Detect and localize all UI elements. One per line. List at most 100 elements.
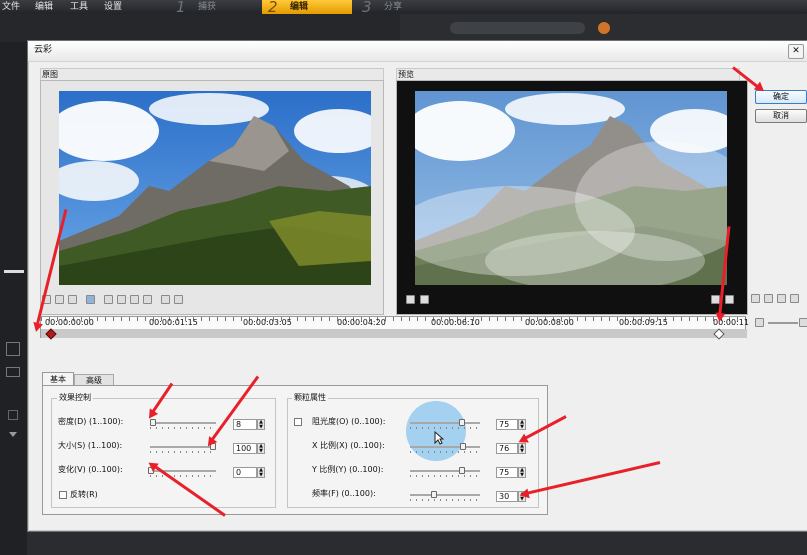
step-number: 3 <box>362 0 372 16</box>
density-spinner[interactable]: ▲ ▼ <box>257 419 265 430</box>
play-icon[interactable] <box>751 294 760 303</box>
variation-field[interactable]: 0 <box>233 467 257 478</box>
opacity-slider[interactable] <box>410 422 480 424</box>
frequency-thumb[interactable] <box>431 491 437 498</box>
step-label: 编辑 <box>290 2 309 12</box>
dialog-titlebar: 云彩 ✕ <box>28 41 807 62</box>
track-icon[interactable] <box>8 410 18 420</box>
ruler-label: 00:00:08:00 <box>525 318 574 327</box>
library-orb-icon[interactable] <box>598 22 610 34</box>
ruler-label: 00:00:06:10 <box>431 318 480 327</box>
preview-playback: 00:00:00:00 <box>406 295 526 307</box>
size-slider[interactable] <box>150 446 216 448</box>
menu-file[interactable]: 文件 <box>2 0 20 14</box>
ruler-label: 00:00:00:00 <box>45 318 94 327</box>
timeline-strip <box>27 530 807 555</box>
library-search-pill[interactable] <box>450 22 585 34</box>
step-label: 捕获 <box>198 2 217 12</box>
close-icon[interactable]: ✕ <box>788 44 804 59</box>
move-right-icon[interactable] <box>174 295 183 304</box>
x-scale-label: X 比例(X) (0..100): <box>312 441 385 450</box>
frequency-slider[interactable] <box>410 494 480 496</box>
frequency-field[interactable]: 30 <box>496 491 518 502</box>
ruler-label: 00:00:01:15 <box>149 318 198 327</box>
next-keyframe-icon[interactable] <box>130 295 139 304</box>
density-field[interactable]: 8 <box>233 419 257 430</box>
arrowhead <box>714 312 726 323</box>
x-scale-thumb[interactable] <box>460 443 466 450</box>
size-spinner[interactable]: ▲ ▼ <box>257 443 265 454</box>
arrowhead <box>518 488 530 501</box>
variation-label: 变化(V) (0..100): <box>58 465 123 474</box>
timeline-icon[interactable] <box>6 367 20 377</box>
tab-basic[interactable]: 基本 <box>42 372 74 386</box>
loop-icon[interactable] <box>764 294 773 303</box>
density-label: 密度(D) (1..100): <box>58 417 124 426</box>
opacity-checkbox[interactable] <box>294 418 302 426</box>
menu-tools[interactable]: 工具 <box>70 0 88 14</box>
opacity-label: 阻光度(O) (0..100): <box>312 417 386 426</box>
menu-edit[interactable]: 编辑 <box>35 0 53 14</box>
end-icon[interactable] <box>725 295 734 304</box>
variation-ticks <box>150 475 216 477</box>
reverse-label: 反转(R) <box>70 490 98 499</box>
player-header <box>0 14 400 42</box>
opacity-field[interactable]: 75 <box>496 419 518 430</box>
step-label: 分享 <box>384 2 403 12</box>
density-slider[interactable] <box>150 422 216 424</box>
zoom-in-icon[interactable] <box>799 318 807 327</box>
preview-header: 预览 <box>396 68 740 80</box>
size-field[interactable]: 100 <box>233 443 257 454</box>
opacity-spinner[interactable]: ▲ ▼ <box>518 419 526 430</box>
zoom-slider[interactable] <box>768 322 798 324</box>
move-left-icon[interactable] <box>161 295 170 304</box>
last-keyframe-icon[interactable] <box>143 295 152 304</box>
rewind-icon[interactable] <box>406 295 415 304</box>
original-panel <box>40 80 384 315</box>
preview-label: 预览 <box>398 70 414 79</box>
dialog-title: 云彩 <box>34 45 53 55</box>
minus-icon[interactable] <box>68 295 77 304</box>
device-icon[interactable] <box>777 294 786 303</box>
monitor-icon[interactable] <box>790 294 799 303</box>
storyboard-icon[interactable] <box>6 342 20 356</box>
preview-panel <box>396 80 748 315</box>
reverse-icon[interactable] <box>86 295 95 304</box>
step-edit[interactable]: 2 编辑 <box>262 0 352 16</box>
dropdown-icon[interactable] <box>9 432 17 437</box>
preview-timecode: 00:00:00:00 <box>442 295 491 304</box>
original-label: 原图 <box>42 70 58 79</box>
x-scale-slider[interactable] <box>410 446 480 448</box>
opacity-ticks <box>410 427 480 429</box>
preview-image <box>415 91 727 285</box>
library-header <box>400 14 807 42</box>
first-keyframe-icon[interactable] <box>104 295 113 304</box>
reverse-checkbox[interactable] <box>59 491 67 499</box>
ruler-label: 00:00:04:20 <box>337 318 386 327</box>
step-back-icon[interactable] <box>420 295 429 304</box>
y-scale-spinner[interactable]: ▲ ▼ <box>518 467 526 478</box>
y-scale-field[interactable]: 75 <box>496 467 518 478</box>
y-scale-thumb[interactable] <box>459 467 465 474</box>
prev-keyframe-icon[interactable] <box>117 295 126 304</box>
keyframe-toolbar <box>42 295 202 307</box>
zoom-out-icon[interactable] <box>755 318 764 327</box>
frequency-ticks <box>410 499 480 501</box>
ruler-label: 00:00:03:05 <box>243 318 292 327</box>
original-image <box>59 91 371 285</box>
menu-settings[interactable]: 设置 <box>104 0 122 14</box>
step-number: 1 <box>176 0 186 16</box>
y-scale-slider[interactable] <box>410 470 480 472</box>
timeline-ruler[interactable]: 00:00:00:00 00:00:01:15 00:00:03:05 00:0… <box>40 316 749 340</box>
x-scale-field[interactable]: 76 <box>496 443 518 454</box>
app-menubar: 文件 编辑 工具 设置 1 捕获 2 编辑 3 分享 <box>0 0 807 16</box>
opacity-thumb[interactable] <box>459 419 465 426</box>
cancel-button[interactable]: 取消 <box>755 109 807 123</box>
y-scale-label: Y 比例(Y) (0..100): <box>312 465 384 474</box>
variation-spinner[interactable]: ▲ ▼ <box>257 467 265 478</box>
left-toolbar <box>0 42 27 555</box>
frequency-label: 频率(F) (0..100): <box>312 489 376 498</box>
keyframe-track[interactable] <box>41 329 747 338</box>
cloud-effect-dialog: 云彩 ✕ 原图 预览 确定 取消 00:00:00:00 00:00:00:00… <box>27 40 807 532</box>
plus-icon[interactable] <box>55 295 64 304</box>
